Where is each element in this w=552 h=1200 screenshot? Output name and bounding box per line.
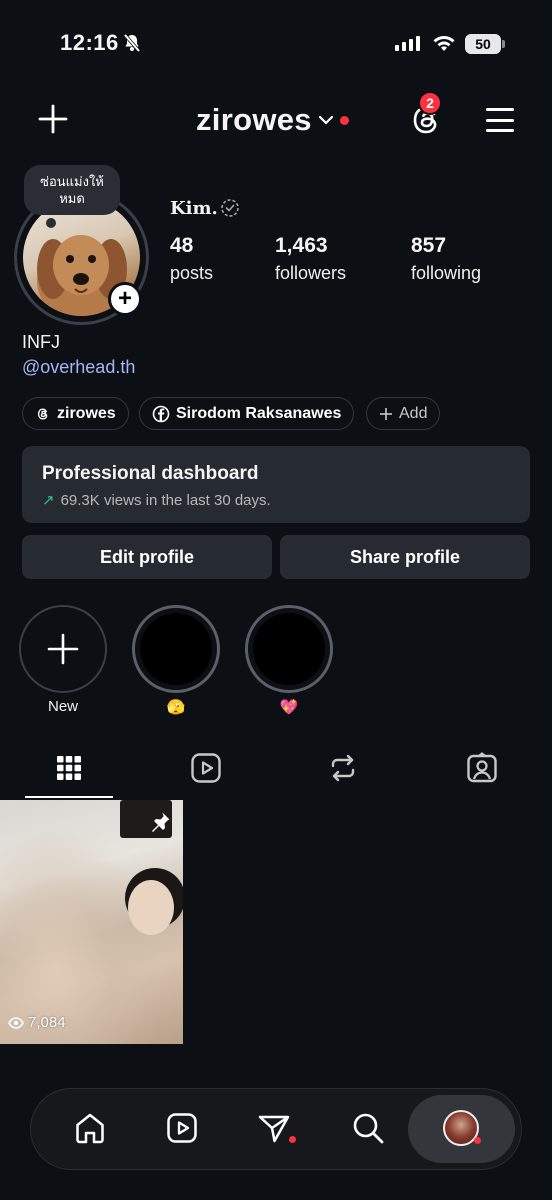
battery-level: 50 bbox=[475, 36, 491, 52]
nav-home[interactable] bbox=[72, 1110, 108, 1146]
tab-grid[interactable] bbox=[51, 750, 87, 786]
reels-icon bbox=[191, 753, 221, 783]
new-highlight-button[interactable] bbox=[19, 605, 107, 693]
plus-icon bbox=[47, 633, 79, 665]
highlight-label: 🫣 bbox=[166, 699, 186, 716]
display-name: Kim. bbox=[170, 198, 218, 219]
tagged-icon bbox=[467, 752, 497, 783]
threads-chip[interactable]: zirowes bbox=[22, 397, 129, 430]
header-username: zirowes bbox=[196, 102, 312, 137]
threads-icon bbox=[37, 407, 48, 420]
bio-link[interactable]: @overhead.th bbox=[22, 357, 135, 378]
note-tail bbox=[46, 218, 56, 228]
stat-following[interactable]: 857 following bbox=[411, 234, 481, 284]
direct-icon bbox=[258, 1115, 290, 1143]
post-thumbnail[interactable] bbox=[0, 800, 183, 1044]
notification-dot bbox=[339, 115, 349, 125]
highlight-1[interactable] bbox=[132, 605, 220, 693]
edit-profile-button[interactable]: Edit profile bbox=[22, 535, 272, 579]
dashboard-title: Professional dashboard bbox=[42, 463, 259, 484]
dashboard-subtitle: 69.3K views in the last 30 days. bbox=[60, 491, 271, 509]
nav-reels[interactable] bbox=[164, 1110, 200, 1146]
wifi-icon bbox=[432, 34, 456, 57]
grid-icon bbox=[57, 756, 81, 780]
search-icon bbox=[353, 1113, 384, 1144]
stat-value: 48 bbox=[170, 234, 194, 257]
verified-badge-icon[interactable] bbox=[220, 198, 240, 218]
add-link-chip[interactable]: Add bbox=[366, 397, 441, 430]
stat-value: 857 bbox=[411, 234, 447, 257]
chip-label: zirowes bbox=[57, 404, 116, 422]
post-image-area bbox=[128, 880, 174, 935]
stat-followers[interactable]: 1,463 followers bbox=[275, 234, 346, 284]
profile-note[interactable]: ซ่อนแม่งให้หมด bbox=[24, 165, 120, 215]
tab-reposts[interactable] bbox=[325, 750, 361, 786]
profile-notification-dot bbox=[474, 1137, 481, 1144]
create-button[interactable] bbox=[38, 104, 68, 134]
plus-icon bbox=[380, 407, 392, 420]
share-profile-button[interactable]: Share profile bbox=[280, 535, 530, 579]
cellular-signal-icon bbox=[395, 36, 420, 51]
facebook-chip[interactable]: Sirodom Raksanawes bbox=[139, 397, 355, 430]
stat-value: 1,463 bbox=[275, 234, 328, 257]
active-tab-indicator bbox=[25, 796, 113, 798]
stat-label: posts bbox=[170, 263, 214, 283]
threads-badge: 2 bbox=[418, 91, 442, 115]
add-story-button[interactable]: + bbox=[108, 282, 142, 316]
tab-reels[interactable] bbox=[188, 750, 224, 786]
view-count-text: 7,084 bbox=[28, 1014, 66, 1031]
eye-icon bbox=[8, 1016, 24, 1029]
bell-slash-icon bbox=[122, 33, 142, 58]
chevron-down-icon bbox=[318, 115, 333, 125]
pin-icon bbox=[148, 810, 172, 834]
chip-label: Add bbox=[399, 404, 428, 422]
direct-notification-dot bbox=[289, 1136, 296, 1143]
status-time: 12:16 bbox=[60, 30, 119, 55]
highlight-label: 💖 bbox=[279, 699, 299, 716]
chip-label: Sirodom Raksanawes bbox=[176, 404, 342, 422]
facebook-icon bbox=[152, 405, 170, 422]
bio-text: INFJ bbox=[22, 332, 60, 352]
hamburger-menu-icon[interactable] bbox=[486, 108, 514, 132]
reposts-icon bbox=[331, 754, 355, 782]
highlight-2[interactable] bbox=[245, 605, 333, 693]
stat-label: following bbox=[411, 263, 482, 283]
nav-search[interactable] bbox=[350, 1110, 386, 1146]
stat-posts[interactable]: 48 posts bbox=[170, 234, 213, 284]
post-view-count: 7,084 bbox=[8, 1014, 66, 1031]
battery-cap bbox=[502, 40, 505, 48]
professional-dashboard[interactable]: Professional dashboard ↗ 69.3K views in … bbox=[22, 446, 530, 523]
plus-icon bbox=[38, 104, 68, 134]
highlight-label: New bbox=[47, 698, 78, 715]
tab-tagged[interactable] bbox=[464, 750, 500, 786]
battery-icon: 50 bbox=[465, 34, 501, 54]
account-switcher[interactable]: zirowes bbox=[196, 102, 349, 138]
reels-icon bbox=[167, 1113, 197, 1143]
trend-up-icon: ↗ bbox=[42, 492, 55, 509]
home-icon bbox=[76, 1113, 104, 1144]
stat-label: followers bbox=[275, 263, 347, 283]
nav-direct[interactable] bbox=[256, 1110, 292, 1146]
